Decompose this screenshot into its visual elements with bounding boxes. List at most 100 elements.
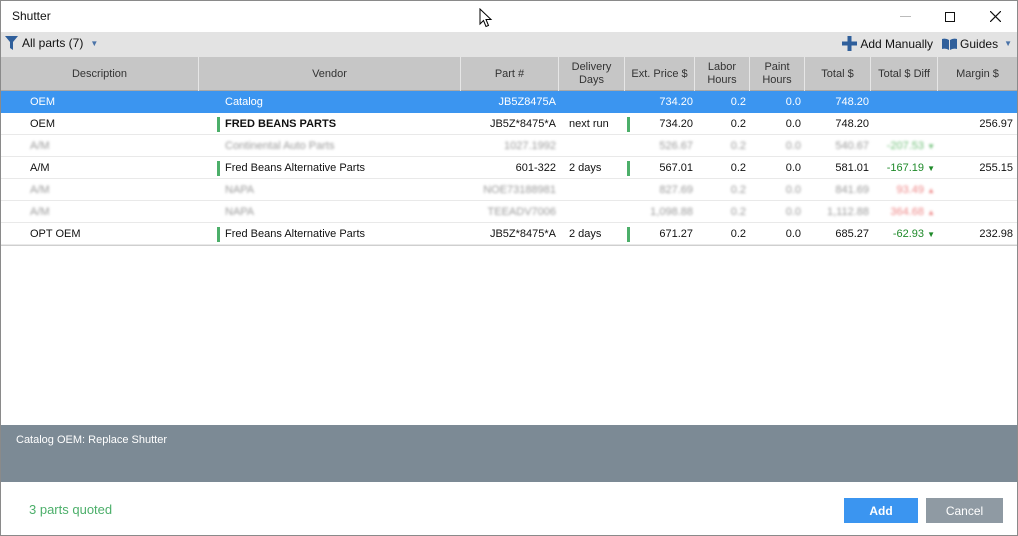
table-row[interactable]: A/M NAPA NOE73188981 827.69 0.2 0.0 841.… bbox=[1, 179, 1017, 201]
column-header-delivery[interactable]: Delivery Days bbox=[559, 57, 625, 91]
arrow-down-icon: ▼ bbox=[927, 229, 935, 239]
column-header-description[interactable]: Description bbox=[1, 57, 199, 91]
arrow-down-icon: ▼ bbox=[927, 141, 935, 151]
cell-description: A/M bbox=[30, 206, 50, 218]
toolbar: All parts (7) ▼ Add Manually Guides ▼ bbox=[1, 32, 1017, 57]
cell-margin: 232.98 bbox=[979, 228, 1013, 240]
chevron-down-icon: ▼ bbox=[90, 38, 99, 48]
cell-vendor: NAPA bbox=[225, 184, 255, 196]
column-header-total-diff[interactable]: Total $ Diff bbox=[871, 57, 938, 91]
add-button[interactable]: Add bbox=[844, 498, 918, 523]
cell-labor: 0.2 bbox=[730, 184, 746, 196]
cell-part: JB5Z*8475*A bbox=[489, 228, 556, 240]
table-row[interactable]: OPT OEM Fred Beans Alternative Parts JB5… bbox=[1, 223, 1017, 245]
cell-margin bbox=[941, 135, 1013, 157]
cell-ext-price: 1,098.88 bbox=[650, 206, 693, 218]
cell-labor: 0.2 bbox=[730, 118, 746, 130]
chevron-down-icon: ▼ bbox=[1004, 39, 1012, 48]
close-button[interactable] bbox=[972, 1, 1018, 32]
cell-vendor: Catalog bbox=[225, 96, 263, 108]
cell-paint: 0.0 bbox=[785, 184, 801, 196]
column-header-margin[interactable]: Margin $ bbox=[938, 57, 1017, 91]
cell-total: 841.69 bbox=[835, 184, 869, 196]
title-bar: Shutter bbox=[1, 1, 1017, 32]
vendor-name: Fred Beans Alternative Parts bbox=[225, 228, 366, 240]
cell-part: JB5Z8475A bbox=[498, 96, 556, 108]
cell-ext-price: 734.20 bbox=[659, 96, 693, 108]
maximize-button[interactable] bbox=[927, 1, 973, 32]
grid-header: Description Vendor Part # Delivery Days … bbox=[1, 57, 1017, 91]
cell-delivery: next run bbox=[569, 118, 609, 130]
cell-labor: 0.2 bbox=[730, 228, 746, 240]
cell-part: 601-322 bbox=[515, 162, 556, 174]
table-row[interactable]: OEM FRED BEANS PARTS JB5Z*8475*A next ru… bbox=[1, 113, 1017, 135]
cell-total-diff: -167.19 ▼ bbox=[873, 157, 935, 179]
cell-description: A/M bbox=[30, 140, 50, 152]
cell-total-diff bbox=[873, 91, 935, 113]
cell-vendor: NAPA bbox=[225, 206, 255, 218]
guides-label: Guides bbox=[960, 36, 999, 51]
maximize-icon bbox=[945, 11, 955, 22]
cell-ext-price: 671.27 bbox=[659, 228, 693, 240]
cell-vendor: Continental Auto Parts bbox=[225, 140, 335, 152]
column-header-paint[interactable]: Paint Hours bbox=[750, 57, 805, 91]
cell-vendor: FRED BEANS PARTS bbox=[217, 113, 336, 135]
cell-margin: 256.97 bbox=[979, 118, 1013, 130]
cell-labor: 0.2 bbox=[730, 140, 746, 152]
vendor-indicator bbox=[217, 160, 220, 176]
cell-labor: 0.2 bbox=[730, 162, 746, 174]
cell-ext-price: 567.01 bbox=[659, 162, 693, 174]
diff-value: -207.53 bbox=[886, 140, 925, 152]
table-row[interactable]: A/M Fred Beans Alternative Parts 601-322… bbox=[1, 157, 1017, 179]
cell-total-diff: -207.53 ▼ bbox=[873, 135, 935, 157]
arrow-down-icon: ▼ bbox=[927, 163, 935, 173]
parts-grid: OEM Catalog JB5Z8475A 734.20 0.2 0.0 748… bbox=[1, 91, 1017, 245]
parts-filter-dropdown[interactable]: All parts (7) ▼ bbox=[5, 36, 98, 50]
column-header-part[interactable]: Part # bbox=[461, 57, 559, 91]
cell-description: A/M bbox=[30, 162, 50, 174]
column-header-total[interactable]: Total $ bbox=[805, 57, 871, 91]
filter-icon bbox=[5, 36, 18, 50]
cell-total: 748.20 bbox=[835, 118, 869, 130]
cell-total: 685.27 bbox=[835, 228, 869, 240]
column-header-vendor[interactable]: Vendor bbox=[199, 57, 461, 91]
cell-total: 1,112.88 bbox=[826, 206, 869, 218]
info-text: Catalog OEM: Replace Shutter bbox=[16, 434, 168, 446]
cell-ext-price: 734.20 bbox=[659, 118, 693, 130]
table-row[interactable]: OEM Catalog JB5Z8475A 734.20 0.2 0.0 748… bbox=[1, 91, 1017, 113]
minimize-button[interactable] bbox=[882, 1, 928, 32]
cell-ext-price: 827.69 bbox=[659, 184, 693, 196]
table-row[interactable]: A/M NAPA TEEADV7006 1,098.88 0.2 0.0 1,1… bbox=[1, 201, 1017, 223]
window-title: Shutter bbox=[12, 9, 51, 23]
arrow-up-icon: ▲ bbox=[927, 207, 935, 217]
add-manually-label: Add Manually bbox=[860, 36, 934, 51]
cell-delivery: 2 days bbox=[569, 228, 602, 240]
cell-total: 748.20 bbox=[835, 96, 869, 108]
cell-vendor: Fred Beans Alternative Parts bbox=[217, 223, 365, 245]
cell-labor: 0.2 bbox=[730, 96, 746, 108]
cell-total: 581.01 bbox=[835, 162, 869, 174]
guides-dropdown[interactable]: Guides ▼ bbox=[942, 37, 1012, 51]
info-panel: Catalog OEM: Replace Shutter bbox=[1, 425, 1017, 482]
cell-total-diff bbox=[873, 113, 935, 135]
column-header-ext-price[interactable]: Ext. Price $ bbox=[625, 57, 695, 91]
cell-description: OEM bbox=[30, 96, 56, 108]
status-text: 3 parts quoted bbox=[29, 502, 113, 517]
cell-margin bbox=[941, 91, 1013, 113]
diff-value: -167.19 bbox=[886, 162, 925, 174]
cell-description: OEM bbox=[30, 118, 56, 130]
cell-part: NOE73188981 bbox=[483, 184, 556, 196]
parts-filter-label: All parts (7) bbox=[22, 36, 84, 50]
cell-part: JB5Z*8475*A bbox=[489, 118, 556, 130]
table-row[interactable]: A/M Continental Auto Parts 1027.1992 526… bbox=[1, 135, 1017, 157]
cell-paint: 0.0 bbox=[785, 140, 801, 152]
add-manually-button[interactable]: Add Manually bbox=[842, 36, 933, 51]
column-header-labor[interactable]: Labor Hours bbox=[695, 57, 750, 91]
vendor-indicator bbox=[217, 226, 220, 242]
grid-divider bbox=[1, 245, 1017, 246]
vendor-name: Fred Beans Alternative Parts bbox=[225, 162, 366, 174]
cancel-button[interactable]: Cancel bbox=[926, 498, 1003, 523]
cell-delivery: 2 days bbox=[569, 162, 602, 174]
cell-labor: 0.2 bbox=[730, 206, 746, 218]
vendor-indicator bbox=[217, 116, 220, 132]
